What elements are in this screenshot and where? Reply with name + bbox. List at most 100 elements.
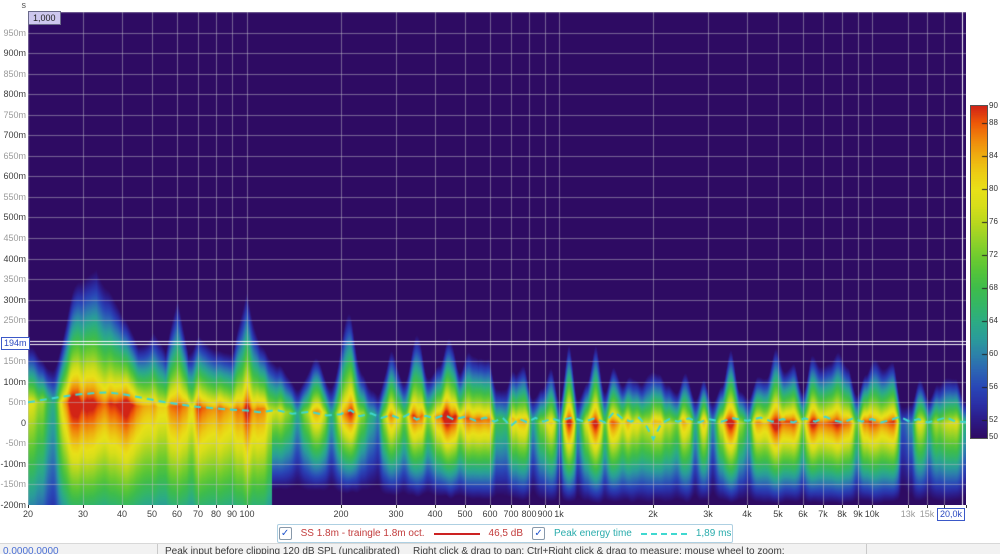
y-tick-label: 750m: [0, 110, 26, 120]
x-tick-label: 10k: [857, 509, 887, 519]
status-cursor-readout: 0,0000,0000: [3, 545, 59, 554]
x-tick-mark: [966, 505, 967, 508]
x-tick-label: 2k: [638, 509, 668, 519]
x-tick-mark: [341, 505, 342, 508]
peak-energy-line-swatch: [641, 533, 687, 535]
x-tick-mark: [198, 505, 199, 508]
y-tick-label: 50m: [0, 397, 26, 407]
x-tick-mark: [465, 505, 466, 508]
x-tick-label: 300: [381, 509, 411, 519]
y-tick-label: 400m: [0, 254, 26, 264]
status-separator: [157, 544, 158, 554]
y-tick-label: -100m: [0, 459, 26, 469]
colorbar-tick-label: 50: [989, 432, 998, 441]
check-icon: ✓: [534, 528, 542, 539]
y-tick-label: 800m: [0, 89, 26, 99]
x-tick-mark: [927, 505, 928, 508]
x-tick-mark: [28, 505, 29, 508]
y-tick-label: 600m: [0, 171, 26, 181]
cursor-freq-readout: 20,0k: [937, 508, 965, 521]
y-tick-label: 950m: [0, 28, 26, 38]
x-tick-mark: [545, 505, 546, 508]
x-tick-mark: [823, 505, 824, 508]
y-tick-label: 850m: [0, 69, 26, 79]
spectrogram-window: s 1,000 950m 900m 850m 800m 750m 700m 650m 600m…: [0, 0, 1000, 554]
y-tick-label: -150m: [0, 479, 26, 489]
x-tick-label: 400: [420, 509, 450, 519]
colorbar-tick-label: 72: [989, 250, 998, 259]
colorbar-tick-label: 64: [989, 316, 998, 325]
y-tick-label: 0: [0, 418, 26, 428]
x-tick-mark: [396, 505, 397, 508]
cursor-time-readout: 194m: [1, 337, 30, 350]
measurement-line-swatch: [434, 533, 480, 535]
x-tick-mark: [653, 505, 654, 508]
y-tick-label: 700m: [0, 130, 26, 140]
colorbar: [970, 105, 988, 439]
y-tick-label: 550m: [0, 192, 26, 202]
status-help-hint: Right click & drag to pan; Ctrl+Right cl…: [413, 545, 785, 554]
peak-energy-label: Peak energy time: [554, 528, 632, 539]
x-tick-mark: [152, 505, 153, 508]
x-tick-mark: [529, 505, 530, 508]
colorbar-tick-label: 84: [989, 151, 998, 160]
x-tick-mark: [435, 505, 436, 508]
x-tick-mark: [232, 505, 233, 508]
x-tick-mark: [83, 505, 84, 508]
x-tick-mark: [216, 505, 217, 508]
x-tick-label: 20: [13, 509, 43, 519]
peak-energy-checkbox[interactable]: ✓: [532, 527, 545, 540]
x-tick-mark: [511, 505, 512, 508]
x-tick-mark: [122, 505, 123, 508]
x-tick-label: 1k: [544, 509, 574, 519]
x-tick-label: 200: [326, 509, 356, 519]
y-tick-label: 150m: [0, 356, 26, 366]
x-tick-mark: [247, 505, 248, 508]
x-tick-mark: [803, 505, 804, 508]
y-tick-label: 350m: [0, 274, 26, 284]
check-icon: ✓: [281, 528, 289, 539]
y-tick-label: 900m: [0, 48, 26, 58]
colorbar-tick-label: 76: [989, 217, 998, 226]
x-tick-mark: [872, 505, 873, 508]
x-tick-mark: [908, 505, 909, 508]
y-tick-label: 300m: [0, 295, 26, 305]
y-tick-label: 650m: [0, 151, 26, 161]
x-tick-mark: [778, 505, 779, 508]
y-tick-label: -50m: [0, 438, 26, 448]
y-tick-label: 100m: [0, 377, 26, 387]
y-axis-max-box[interactable]: 1,000: [28, 11, 61, 25]
colorbar-tick-label: 68: [989, 283, 998, 292]
y-tick-label: 500m: [0, 212, 26, 222]
x-tick-mark: [858, 505, 859, 508]
colorbar-tick-label: 90: [989, 101, 998, 110]
measurement-label: SS 1.8m - traingle 1.8m oct.: [301, 528, 425, 539]
peak-energy-value: 1,89 ms: [696, 528, 732, 539]
measurement-value: 46,5 dB: [489, 528, 523, 539]
measurement-checkbox[interactable]: ✓: [279, 527, 292, 540]
x-tick-label: 100: [232, 509, 262, 519]
y-tick-label: 450m: [0, 233, 26, 243]
x-tick-label: 4k: [732, 509, 762, 519]
x-tick-label: 3k: [693, 509, 723, 519]
status-input-level: Peak input before clipping 120 dB SPL (u…: [165, 545, 400, 554]
legend-bar: ✓ SS 1.8m - traingle 1.8m oct. 46,5 dB ✓…: [277, 524, 733, 543]
x-tick-mark: [177, 505, 178, 508]
spectrogram-canvas[interactable]: [28, 12, 966, 505]
colorbar-tick-label: 60: [989, 349, 998, 358]
colorbar-tick-label: 80: [989, 184, 998, 193]
status-bar: 0,0000,0000 Peak input before clipping 1…: [0, 543, 1000, 554]
colorbar-tick-label: 88: [989, 118, 998, 127]
x-tick-mark: [842, 505, 843, 508]
x-tick-label: 40: [107, 509, 137, 519]
x-tick-mark: [490, 505, 491, 508]
x-tick-mark: [708, 505, 709, 508]
x-tick-label: 30: [68, 509, 98, 519]
y-axis-unit: s: [14, 0, 26, 10]
x-tick-mark: [747, 505, 748, 508]
x-tick-mark: [559, 505, 560, 508]
y-tick-label: 250m: [0, 315, 26, 325]
colorbar-tick-label: 56: [989, 382, 998, 391]
colorbar-tick-label: 52: [989, 415, 998, 424]
status-separator: [866, 544, 867, 554]
